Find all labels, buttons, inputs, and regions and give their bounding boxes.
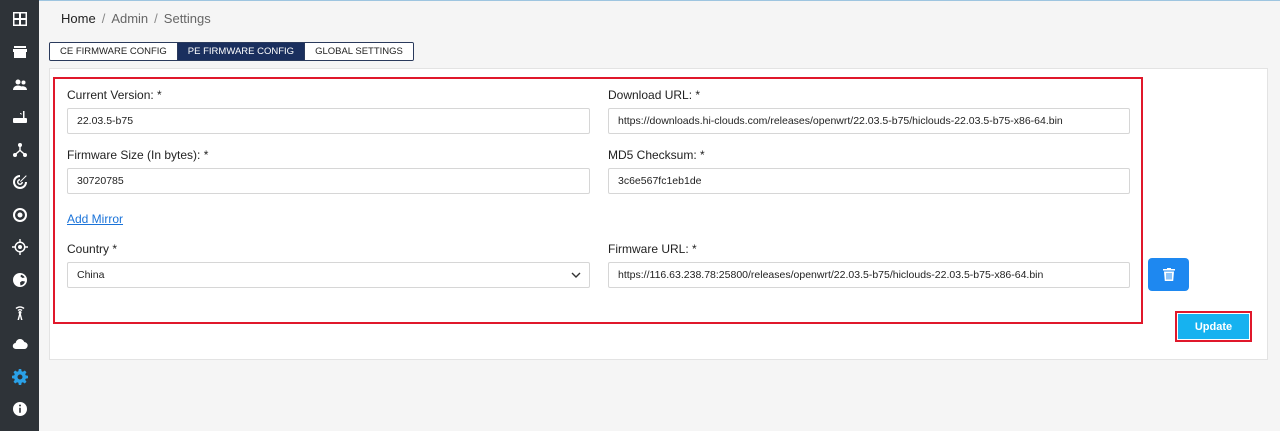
sidebar-item-users[interactable] (0, 69, 39, 101)
country-selected-value: China (77, 269, 105, 281)
target-circle-icon (12, 208, 27, 222)
breadcrumb-separator: / (154, 11, 158, 26)
chevron-down-icon (571, 272, 581, 278)
firmware-size-label: Firmware Size (In bytes): * (67, 148, 209, 162)
delete-mirror-button[interactable] (1148, 258, 1189, 291)
users-icon (12, 79, 27, 90)
globe-icon (12, 273, 27, 287)
sidebar-item-location[interactable] (0, 231, 39, 263)
info-icon (12, 402, 27, 416)
tab-global-settings[interactable]: GLOBAL SETTINGS (305, 43, 413, 60)
gear-icon (11, 369, 28, 385)
cloud-icon (12, 339, 28, 350)
sidebar-item-devices[interactable] (0, 101, 39, 133)
download-url-label: Download URL: * (608, 88, 701, 102)
sidebar-item-wireless[interactable] (0, 296, 39, 328)
firmware-url-input[interactable]: https://116.63.238.78:25800/releases/ope… (608, 262, 1130, 288)
current-version-label: Current Version: * (67, 88, 162, 102)
sidebar-item-settings[interactable] (0, 361, 39, 393)
sidebar-item-store[interactable] (0, 36, 39, 68)
top-accent-line (0, 0, 1280, 1)
country-label: Country * (67, 242, 118, 256)
firmware-url-label: Firmware URL: * (608, 242, 697, 256)
update-button[interactable]: Update (1178, 314, 1249, 339)
breadcrumb: Home / Admin / Settings (61, 11, 211, 26)
current-version-input[interactable]: 22.03.5-b75 (67, 108, 590, 134)
download-url-input[interactable]: https://downloads.hi-clouds.com/releases… (608, 108, 1130, 134)
network-topology-icon (12, 143, 27, 157)
breadcrumb-separator: / (101, 11, 106, 26)
add-mirror-link[interactable]: Add Mirror (67, 212, 123, 226)
sidebar (0, 0, 39, 431)
tab-ce-firmware-config[interactable]: CE FIRMWARE CONFIG (50, 43, 178, 60)
router-icon (12, 111, 27, 123)
radar-icon (12, 175, 27, 189)
sidebar-item-dashboard[interactable] (0, 3, 39, 35)
tab-pe-firmware-config[interactable]: PE FIRMWARE CONFIG (177, 43, 306, 60)
wireless-tower-icon (15, 306, 24, 320)
sidebar-item-globe[interactable] (0, 264, 39, 296)
sidebar-item-radar[interactable] (0, 166, 39, 198)
country-select[interactable]: China (67, 262, 590, 288)
sidebar-item-target[interactable] (0, 199, 39, 231)
md5-checksum-label: MD5 Checksum: * (608, 148, 705, 162)
sidebar-item-topology[interactable] (0, 134, 39, 166)
trash-icon (1162, 268, 1175, 281)
breadcrumb-home[interactable]: Home (61, 11, 96, 26)
crosshair-location-icon (11, 239, 28, 255)
md5-checksum-input[interactable]: 3c6e567fc1eb1de (608, 168, 1130, 194)
store-icon (12, 46, 27, 58)
sidebar-item-info[interactable] (0, 393, 39, 425)
dashboard-grid-icon (12, 12, 27, 26)
firmware-size-input[interactable]: 30720785 (67, 168, 590, 194)
breadcrumb-settings: Settings (163, 11, 211, 26)
sidebar-item-cloud[interactable] (0, 328, 39, 360)
breadcrumb-admin[interactable]: Admin (111, 11, 148, 26)
firmware-tabs: CE FIRMWARE CONFIG PE FIRMWARE CONFIG GL… (49, 42, 414, 61)
